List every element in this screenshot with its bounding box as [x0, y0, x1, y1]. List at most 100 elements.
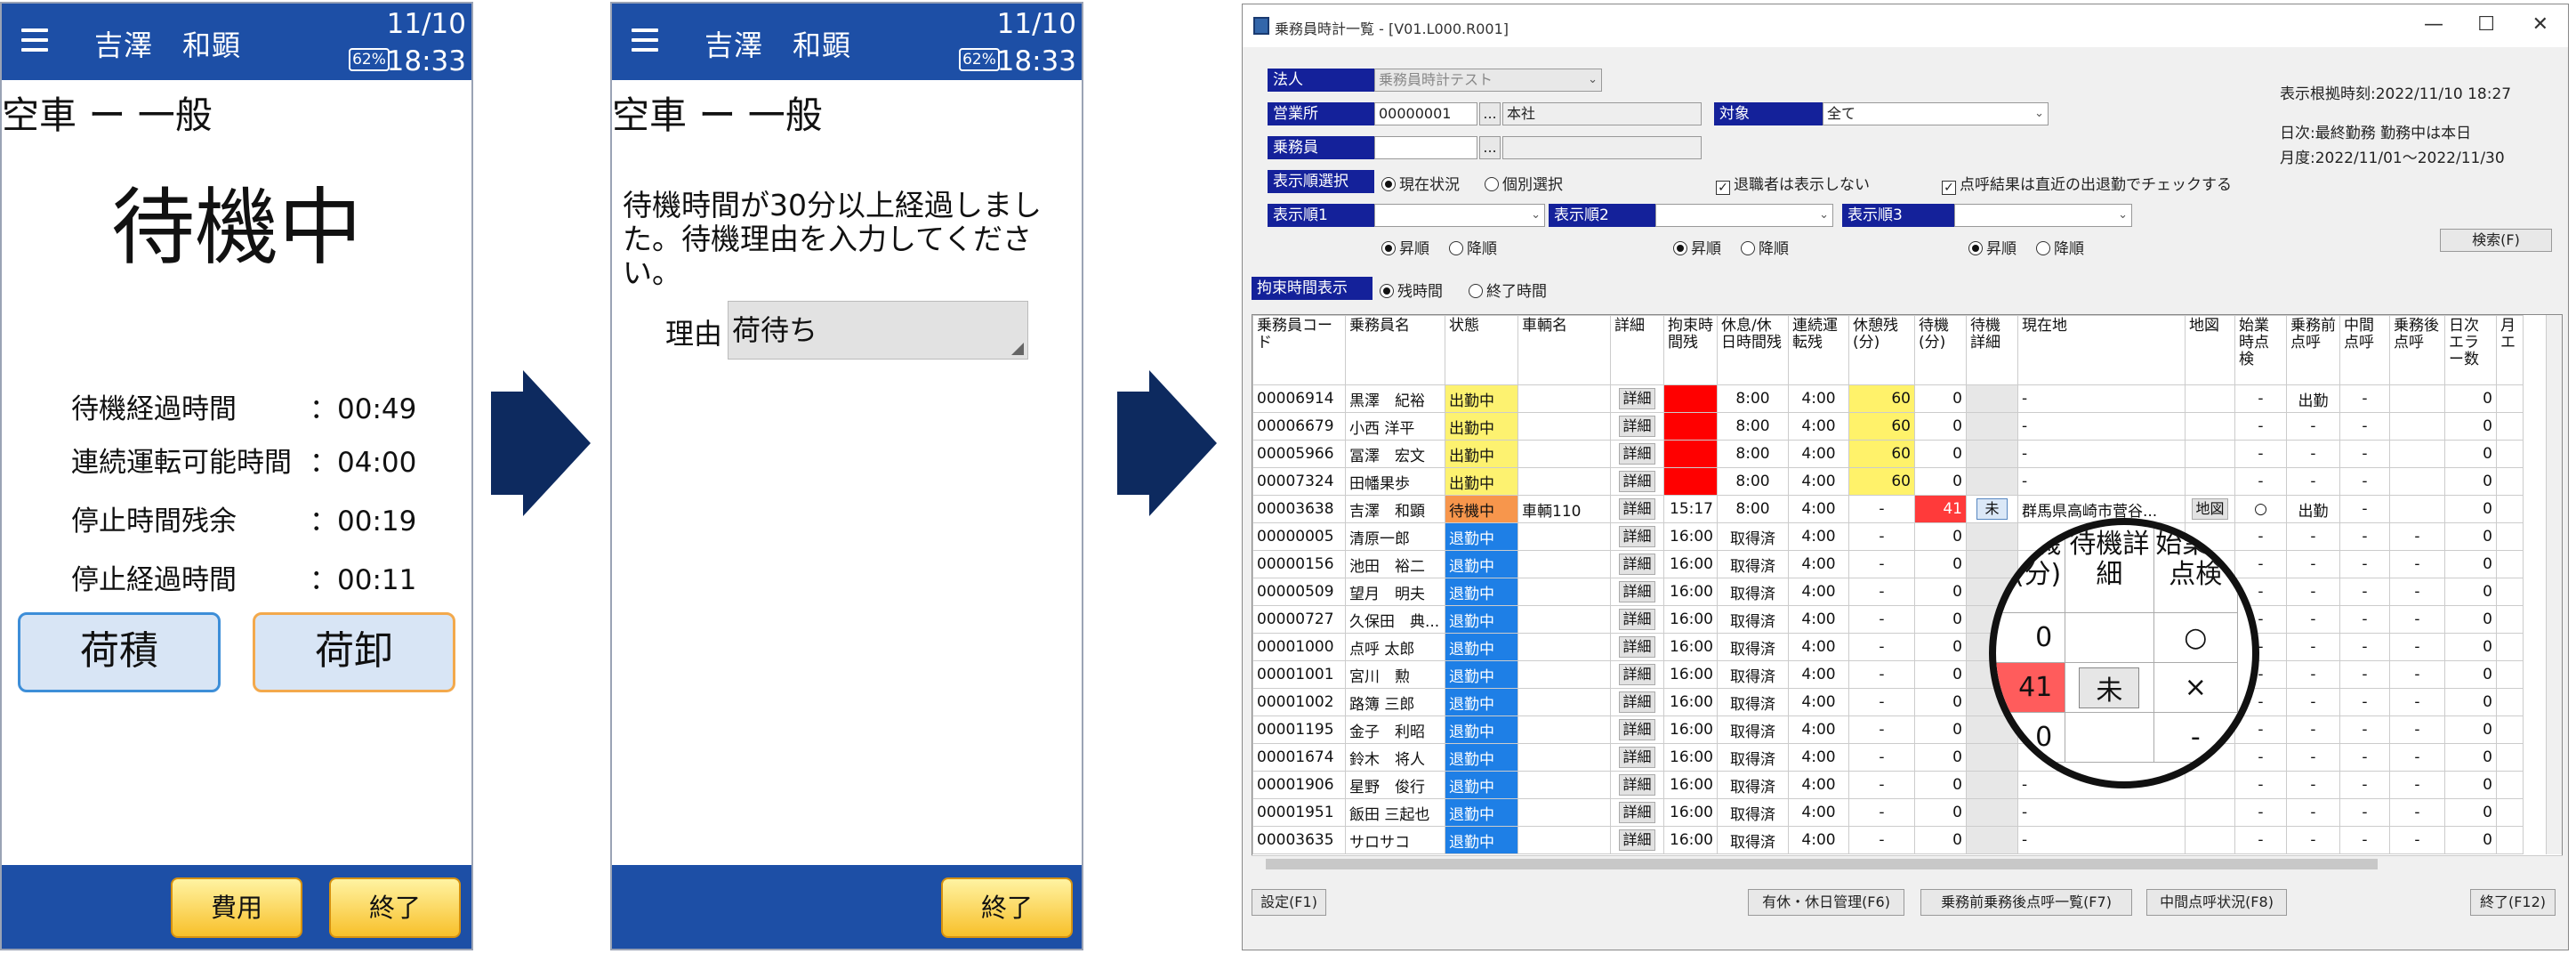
column-header[interactable]: 状態 — [1445, 315, 1518, 385]
column-header[interactable]: 始業時点検 — [2234, 315, 2287, 385]
order3-select[interactable]: ⌄ — [1954, 204, 2132, 227]
table-row[interactable]: 00003635 サロサコ 退勤中 詳細 16:00 取得済 4:00-0- - - - -0 — [1252, 826, 2524, 854]
column-header[interactable]: 乗務前点呼 — [2286, 315, 2340, 385]
table-row[interactable]: 00001195 金子 利昭 退勤中 詳細 16:00 取得済 4:00-0- - - -0 — [1252, 716, 2524, 744]
column-header[interactable]: 地図 — [2185, 315, 2235, 385]
load-button[interactable]: 荷積 — [18, 612, 221, 692]
settings-button[interactable]: 設定(F1) — [1252, 889, 1326, 916]
radio-individual[interactable]: 個別選択 — [1485, 172, 1563, 194]
column-header[interactable]: 車輌名 — [1517, 315, 1611, 385]
mid-rollcall-button[interactable]: 中間点呼状況(F8) — [2146, 889, 2287, 916]
column-header[interactable]: 待機(分) — [1914, 315, 1967, 385]
table-row[interactable]: 00000727 久保田 典... 退勤中 詳細 16:00 取得済 4:00-0- - - -0 — [1252, 605, 2524, 634]
detail-button[interactable]: 詳細 — [1619, 388, 1655, 409]
column-header[interactable]: 詳細 — [1610, 315, 1664, 385]
map-button[interactable]: 地図 — [2192, 498, 2228, 520]
order3-asc[interactable]: 昇順 — [1968, 236, 2017, 258]
detail-button[interactable]: 詳細 — [1619, 471, 1655, 492]
table-row[interactable]: 00005966 冨澤 宏文 出勤中 詳細 8:00 4:00 60 0- - - -0 — [1252, 440, 2524, 468]
order1-asc[interactable]: 昇順 — [1381, 236, 1429, 258]
checkbox-rollcall-latest[interactable]: ✓ 点呼結果は直近の出退勤でチェックする — [1942, 172, 2232, 195]
table-cell: - — [2234, 467, 2287, 496]
column-header[interactable]: 乗務後点呼 — [2389, 315, 2445, 385]
radio-remaining[interactable]: 残時間 — [1380, 279, 1443, 301]
scroll-thumb[interactable] — [1266, 859, 2378, 869]
corp-select[interactable]: 乗務員時計テスト ⌄ — [1374, 69, 1602, 92]
end-button[interactable]: 終了 — [941, 877, 1073, 938]
detail-button[interactable]: 詳細 — [1619, 581, 1655, 602]
vertical-scrollbar[interactable] — [2546, 315, 2562, 854]
table-row[interactable]: 00006914 黒澤 紀裕 出勤中 詳細 8:00 4:00 60 0- - 出勤 -0 — [1252, 384, 2524, 413]
detail-button[interactable]: 詳細 — [1619, 719, 1655, 740]
table-row[interactable]: 00001000 点呼 太郎 退勤中 詳細 16:00 取得済 4:00-0- - - -0 — [1252, 633, 2524, 661]
column-header[interactable]: 待機詳細 — [1966, 315, 2018, 385]
crew-code-input[interactable] — [1374, 136, 1477, 159]
detail-button[interactable]: 詳細 — [1619, 498, 1655, 520]
order3-desc[interactable]: 降順 — [2036, 236, 2084, 258]
column-header[interactable]: 休憩残(分) — [1848, 315, 1915, 385]
detail-button[interactable]: 詳細 — [1619, 636, 1655, 658]
detail-button[interactable]: 詳細 — [1619, 416, 1655, 437]
holiday-button[interactable]: 有休・休日管理(F6) — [1748, 889, 1904, 916]
end-button[interactable]: 終了 — [329, 877, 461, 938]
table-row[interactable]: 00001674 鈴木 将人 退勤中 詳細 16:00 取得済 4:00-0- - - -0 — [1252, 743, 2524, 772]
table-cell — [1517, 633, 1611, 661]
table-row[interactable]: 00006679 小西 洋平 出勤中 詳細 8:00 4:00 60 0- - - -0 — [1252, 412, 2524, 441]
detail-button[interactable]: 詳細 — [1619, 554, 1655, 575]
unload-button[interactable]: 荷卸 — [253, 612, 455, 692]
detail-button[interactable]: 詳細 — [1619, 526, 1655, 547]
target-select[interactable]: 全て ⌄ — [1823, 102, 2049, 125]
column-header[interactable]: 乗務員コード — [1252, 315, 1346, 385]
table-cell — [1517, 771, 1611, 799]
maximize-icon[interactable]: ☐ — [2477, 13, 2495, 36]
office-code-input[interactable]: 00000001 — [1374, 102, 1477, 125]
reason-select[interactable]: 荷待ち — [728, 301, 1028, 360]
close-icon[interactable]: ✕ — [2532, 13, 2548, 36]
detail-button[interactable]: 詳細 — [1619, 664, 1655, 685]
order2-desc[interactable]: 降順 — [1741, 236, 1789, 258]
menu-icon[interactable] — [632, 28, 658, 52]
column-header[interactable]: 現在地 — [2017, 315, 2186, 385]
table-cell: 退勤中 — [1445, 743, 1518, 772]
table-row[interactable]: 00007324 田幡果歩 出勤中 詳細 8:00 4:00 60 0- - - -0 — [1252, 467, 2524, 496]
table-row[interactable]: 00000156 池田 裕二 退勤中 詳細 16:00 取得済 4:00-0- - - -0 — [1252, 550, 2524, 578]
cost-button[interactable]: 費用 — [171, 877, 302, 938]
column-header[interactable]: 中間点呼 — [2339, 315, 2390, 385]
column-header[interactable]: 拘束時間残 — [1663, 315, 1718, 385]
column-header[interactable]: 休息/休日時間残 — [1717, 315, 1789, 385]
table-row[interactable]: 00000509 望月 明夫 退勤中 詳細 16:00 取得済 4:00-0- - - -0 — [1252, 578, 2524, 606]
horizontal-scrollbar[interactable] — [1252, 855, 2563, 871]
order1-desc[interactable]: 降順 — [1449, 236, 1497, 258]
detail-button[interactable]: 詳細 — [1619, 691, 1655, 713]
order1-select[interactable]: ⌄ — [1374, 204, 1545, 227]
table-row[interactable]: 00001951 飯田 三起也 退勤中 詳細 16:00 取得済 4:00-0- - - - -0 — [1252, 798, 2524, 827]
detail-button[interactable]: 詳細 — [1619, 802, 1655, 823]
column-header[interactable]: 月エ — [2496, 315, 2524, 385]
minimize-icon[interactable]: — — [2424, 13, 2443, 36]
table-row[interactable]: 00001002 路簿 三郎 退勤中 詳細 16:00 取得済 4:00-0- - - -0 — [1252, 688, 2524, 716]
search-button[interactable]: 検索(F) — [2440, 229, 2552, 252]
table-row[interactable]: 00000005 清原一郎 退勤中 詳細 16:00 取得済 4:00-0- - - -0 — [1252, 522, 2524, 551]
table-row[interactable]: 00001906 星野 俊行 退勤中 詳細 16:00 取得済 4:00-0- - - - -0 — [1252, 771, 2524, 799]
menu-icon[interactable] — [21, 28, 48, 52]
column-header[interactable]: 乗務員名 — [1345, 315, 1445, 385]
column-header[interactable]: 連続運転残 — [1788, 315, 1849, 385]
table-row[interactable]: 00001001 宮川 勲退勤中 詳細 16:00 取得済 4:00-0- - - -0 — [1252, 660, 2524, 689]
order2-asc[interactable]: 昇順 — [1673, 236, 1721, 258]
table-row[interactable]: 00003638 吉澤 和顕 待機中 車輌110 詳細 15:17 8:00 4:00-41 未… — [1252, 495, 2524, 523]
detail-button[interactable]: 詳細 — [1619, 609, 1655, 630]
checkbox-hide-retired[interactable]: ✓ 退職者は表示しない — [1716, 172, 1870, 195]
detail-button[interactable]: 詳細 — [1619, 774, 1655, 796]
column-header[interactable]: 日次エラー数 — [2444, 315, 2497, 385]
detail-button[interactable]: 詳細 — [1619, 747, 1655, 768]
order2-select[interactable]: ⌄ — [1655, 204, 1833, 227]
crew-lookup-button[interactable]: ... — [1479, 136, 1501, 159]
rollcall-list-button[interactable]: 乗務前乗務後点呼一覧(F7) — [1920, 889, 2132, 916]
detail-button[interactable]: 詳細 — [1619, 443, 1655, 465]
end-button[interactable]: 終了(F12) — [2470, 889, 2556, 916]
office-lookup-button[interactable]: ... — [1479, 102, 1501, 125]
detail-button[interactable]: 詳細 — [1619, 829, 1655, 851]
radio-current-status[interactable]: 現在状況 — [1381, 172, 1460, 194]
wait-detail-button[interactable]: 未 — [1976, 498, 2008, 520]
radio-end-time[interactable]: 終了時間 — [1469, 279, 1547, 301]
